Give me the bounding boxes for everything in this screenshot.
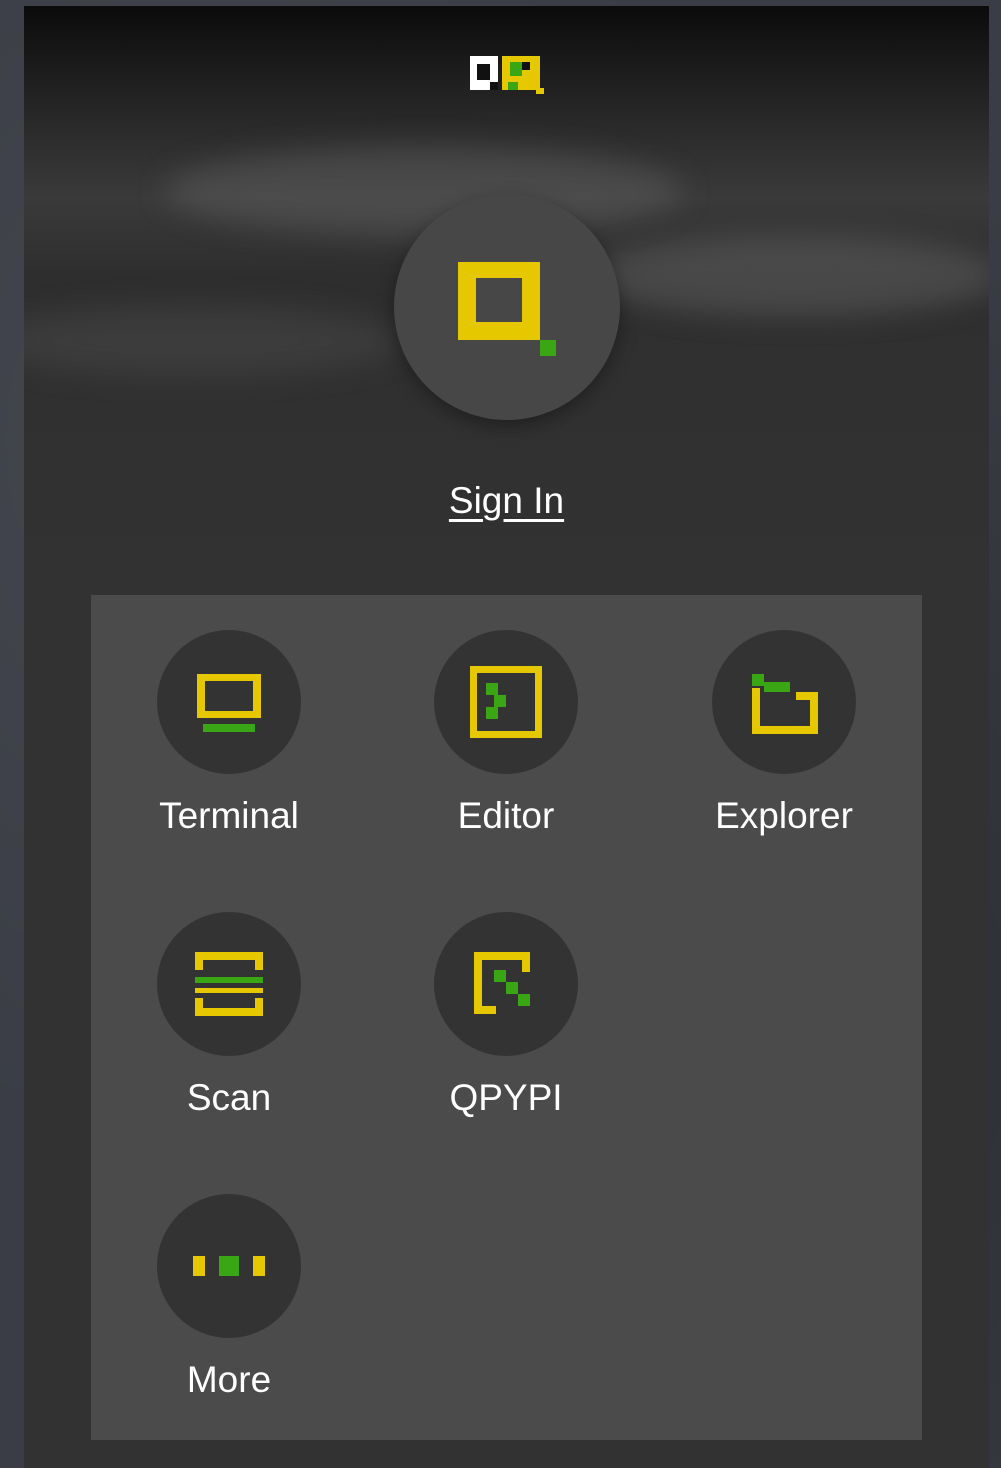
explorer-tile[interactable]: Explorer [684, 595, 884, 836]
qpython-logo-icon [470, 56, 546, 96]
explorer-button[interactable] [712, 630, 856, 774]
terminal-label: Terminal [159, 795, 299, 836]
scan-label: Scan [186, 1077, 272, 1118]
apps-panel: Terminal Editor Explorer Scan QPYPI More [91, 595, 922, 1440]
terminal-tile[interactable]: Terminal [129, 595, 329, 836]
more-button[interactable] [157, 1194, 301, 1338]
editor-label: Editor [457, 795, 555, 836]
editor-button[interactable] [434, 630, 578, 774]
more-tile[interactable]: More [129, 1159, 329, 1400]
avatar-button[interactable] [394, 194, 620, 420]
terminal-button[interactable] [157, 630, 301, 774]
explorer-label: Explorer [715, 795, 853, 836]
scan-tile[interactable]: Scan [129, 877, 329, 1118]
qpypi-tile[interactable]: QPYPI [406, 877, 606, 1118]
scan-button[interactable] [157, 912, 301, 1056]
qpypi-label: QPYPI [449, 1077, 563, 1118]
more-label: More [186, 1359, 272, 1400]
app-screen: Sign In Terminal Editor Explorer Scan QP… [24, 6, 989, 1468]
editor-tile[interactable]: Editor [406, 595, 606, 836]
header-background: Sign In [24, 6, 989, 606]
qpypi-button[interactable] [434, 912, 578, 1056]
sign-in-link[interactable]: Sign In [24, 480, 989, 522]
